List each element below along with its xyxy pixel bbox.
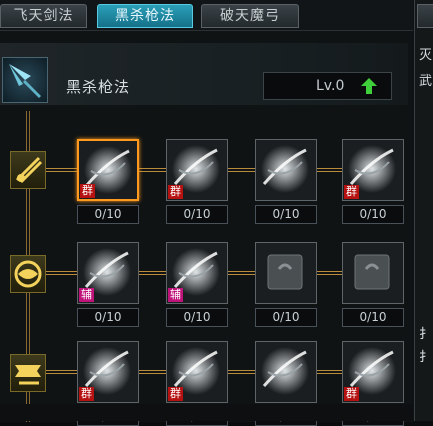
skill-line-title: 黑杀枪法 bbox=[66, 78, 131, 96]
skill-connector bbox=[317, 271, 342, 275]
spear-class-icon bbox=[2, 57, 48, 103]
skill-level-label: 0/10 bbox=[77, 308, 139, 327]
row-category-icon bbox=[10, 151, 46, 189]
skill-connector bbox=[317, 168, 342, 172]
skill-level-label: 0/10 bbox=[255, 308, 317, 327]
skill-level-label: 0/10 bbox=[166, 205, 228, 224]
skill-slot[interactable]: 辅 bbox=[166, 242, 228, 304]
skill-connector bbox=[228, 370, 255, 374]
skill-slot[interactable] bbox=[342, 242, 404, 304]
skill-slot[interactable]: 群 bbox=[166, 341, 228, 403]
side-panel: 灭 武 扌 扌 bbox=[414, 0, 433, 421]
skill-connector bbox=[46, 168, 77, 172]
side-panel-text: 武 bbox=[419, 74, 433, 89]
skill-level-label: 0/10 bbox=[342, 308, 404, 327]
skill-connector bbox=[317, 370, 342, 374]
skill-type-badge: 群 bbox=[80, 184, 95, 198]
skill-art-icon bbox=[267, 254, 303, 290]
skill-connector bbox=[139, 271, 166, 275]
skill-connector bbox=[139, 168, 166, 172]
skill-type-badge: 群 bbox=[79, 387, 94, 401]
side-panel-tab[interactable] bbox=[417, 4, 433, 28]
skill-tree-panel: 黑杀枪法 Lv.0 群 0/10 群 0/10 0/10 群 0/10 辅 0/10 辅 0/10 0… bbox=[0, 30, 413, 426]
skill-header: 黑杀枪法 Lv.0 bbox=[0, 43, 408, 105]
row-category-icon bbox=[10, 255, 46, 293]
tab-heisha-spear[interactable]: 黑杀枪法 bbox=[97, 4, 193, 28]
skill-type-badge: 群 bbox=[344, 185, 359, 199]
skill-connector bbox=[139, 370, 166, 374]
skill-type-badge: 群 bbox=[168, 185, 183, 199]
skill-level-label: 0/10 bbox=[342, 205, 404, 224]
skill-art-icon bbox=[261, 145, 309, 193]
skill-connector bbox=[46, 271, 77, 275]
skill-art-icon bbox=[354, 254, 390, 290]
skill-slot[interactable]: 群 bbox=[166, 139, 228, 201]
side-panel-title: 灭 bbox=[419, 48, 433, 63]
bottom-bar bbox=[0, 404, 413, 421]
skill-type-badge: 群 bbox=[344, 387, 359, 401]
side-panel-text-2: 扌 bbox=[419, 327, 433, 342]
skill-slot[interactable]: 群 bbox=[77, 341, 139, 403]
skill-window: 飞天剑法 黑杀枪法 破天魔弓 黑杀枪法 Lv.0 群 0/10 群 0/10 0/10 群… bbox=[0, 0, 433, 426]
skill-slot[interactable]: 辅 bbox=[77, 242, 139, 304]
row-category-icon bbox=[10, 354, 46, 392]
tab-bar: 飞天剑法 黑杀枪法 破天魔弓 bbox=[0, 0, 413, 30]
skill-slot[interactable] bbox=[255, 242, 317, 304]
skill-type-badge: 群 bbox=[168, 387, 183, 401]
skill-slot[interactable]: 群 bbox=[77, 139, 139, 201]
skill-art-icon bbox=[261, 347, 309, 395]
skill-level-label: 0/10 bbox=[166, 308, 228, 327]
skill-level-label: 0/10 bbox=[255, 205, 317, 224]
side-panel-text-3: 扌 bbox=[419, 350, 433, 365]
skill-type-badge: 辅 bbox=[79, 288, 94, 302]
tab-potian-bow[interactable]: 破天魔弓 bbox=[201, 4, 299, 28]
skill-slot[interactable] bbox=[255, 139, 317, 201]
skill-slot[interactable]: 群 bbox=[342, 341, 404, 403]
skill-connector bbox=[46, 370, 77, 374]
skill-connector bbox=[228, 168, 255, 172]
tab-feitian-sword[interactable]: 飞天剑法 bbox=[0, 4, 87, 28]
skill-connector bbox=[228, 271, 255, 275]
skill-slot[interactable]: 群 bbox=[342, 139, 404, 201]
skill-line-level: Lv.0 bbox=[316, 78, 345, 94]
level-up-arrow-icon[interactable] bbox=[360, 77, 378, 95]
skill-level-label: 0/10 bbox=[77, 205, 139, 224]
skill-tree: 群0/10群0/100/10群0/10辅0/10辅0/100/100/10群0/… bbox=[0, 111, 408, 426]
skill-type-badge: 辅 bbox=[168, 288, 183, 302]
level-box: Lv.0 bbox=[263, 72, 392, 100]
skill-slot[interactable] bbox=[255, 341, 317, 403]
